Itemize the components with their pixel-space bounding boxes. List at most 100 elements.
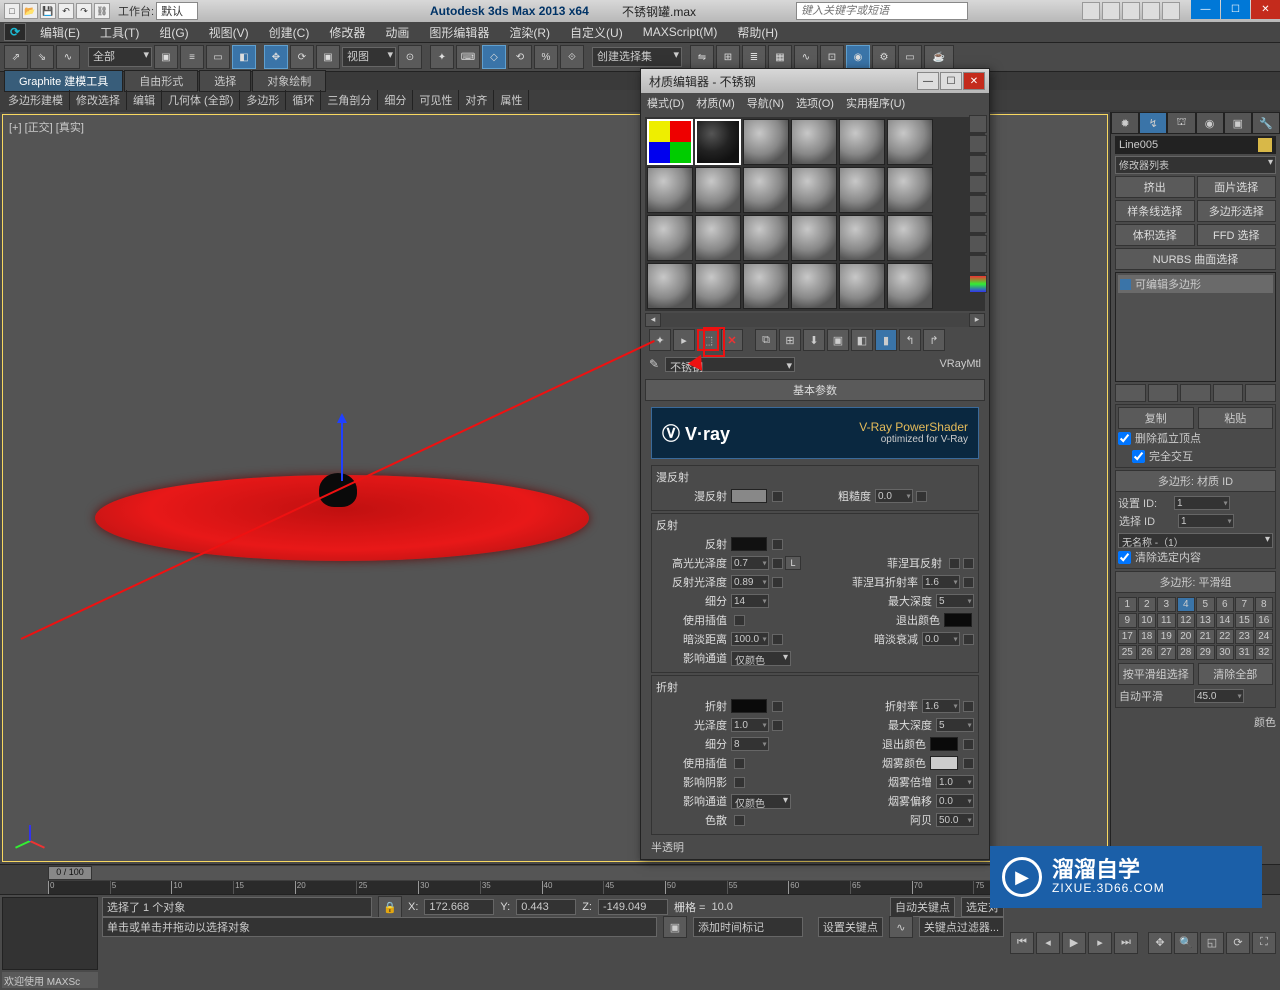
extrude-button[interactable]: 挤出 <box>1115 176 1195 198</box>
reflect-map-checkbox[interactable] <box>772 539 783 550</box>
maxdepth-spinner[interactable]: 5 <box>936 594 974 608</box>
roughness-map-checkbox[interactable] <box>916 491 927 502</box>
delete-iso-verts-checkbox[interactable] <box>1118 432 1131 445</box>
menu-group[interactable]: 组(G) <box>149 24 198 41</box>
sg-30[interactable]: 30 <box>1216 645 1235 660</box>
key-filters-button[interactable]: 关键点过滤器... <box>919 917 1004 937</box>
affectshadows-checkbox[interactable] <box>734 777 745 788</box>
set-id-spinner[interactable]: 1 <box>1174 496 1230 510</box>
sg-29[interactable]: 29 <box>1196 645 1215 660</box>
material-slot[interactable] <box>839 215 885 261</box>
sg-2[interactable]: 2 <box>1138 597 1157 612</box>
bind-icon[interactable]: ∿ <box>56 45 80 69</box>
diffuse-map-checkbox[interactable] <box>772 491 783 502</box>
selection-filter[interactable]: 全部 <box>88 47 152 67</box>
put-to-library-icon[interactable]: ⬇ <box>803 329 825 351</box>
ribbon-panel-polymodel[interactable]: 多边形建模 <box>2 90 70 110</box>
sg-3[interactable]: 3 <box>1157 597 1176 612</box>
material-slot[interactable] <box>791 119 837 165</box>
maximize-button[interactable]: ☐ <box>1221 0 1250 19</box>
polygon-material-id-rollout[interactable]: 多边形: 材质 ID <box>1115 470 1276 492</box>
material-name-field[interactable]: 不锈钢 <box>665 357 795 372</box>
select-object-icon[interactable]: ▣ <box>154 45 178 69</box>
dimfall-map-checkbox[interactable] <box>963 634 974 645</box>
sg-15[interactable]: 15 <box>1235 613 1254 628</box>
viewport-label[interactable]: [+] [正交] [真实] <box>9 119 84 135</box>
menu-animation[interactable]: 动画 <box>375 24 419 41</box>
material-map-navigator-icon[interactable] <box>969 275 987 293</box>
fogbias-spinner[interactable]: 0.0 <box>936 794 974 808</box>
scale-icon[interactable]: ▣ <box>316 45 340 69</box>
unlink-icon[interactable]: ⇘ <box>30 45 54 69</box>
ribbon-panel-modsel[interactable]: 修改选择 <box>70 90 127 110</box>
exchange-icon[interactable] <box>1122 2 1140 20</box>
percent-snap-icon[interactable]: % <box>534 45 558 69</box>
sg-13[interactable]: 13 <box>1196 613 1215 628</box>
named-selection-sets[interactable]: 创建选择集 <box>592 47 682 67</box>
full-interactivity-checkbox[interactable] <box>1132 450 1145 463</box>
material-slot[interactable] <box>743 119 789 165</box>
sg-17[interactable]: 17 <box>1118 629 1137 644</box>
ribbon-panel-vis[interactable]: 可见性 <box>413 90 459 110</box>
coord-z-field[interactable]: -149.049 <box>598 899 668 915</box>
next-frame-icon[interactable]: ▸ <box>1088 932 1112 954</box>
material-slot[interactable] <box>887 167 933 213</box>
hierarchy-tab-icon[interactable]: ⛫ <box>1167 112 1195 134</box>
sg-20[interactable]: 20 <box>1177 629 1196 644</box>
select-by-name-icon[interactable]: ≡ <box>180 45 204 69</box>
move-icon[interactable]: ✥ <box>264 45 288 69</box>
ref-coord-system[interactable]: 视图 <box>342 47 396 67</box>
trackbar-thumbnail[interactable] <box>2 897 98 970</box>
lock-hilight-button[interactable]: L <box>785 556 801 570</box>
video-check-icon[interactable] <box>969 195 987 213</box>
sg-6[interactable]: 6 <box>1216 597 1235 612</box>
sg-28[interactable]: 28 <box>1177 645 1196 660</box>
sg-19[interactable]: 19 <box>1157 629 1176 644</box>
material-slot-1[interactable] <box>647 119 693 165</box>
manipulate-icon[interactable]: ✦ <box>430 45 454 69</box>
app-menu-icon[interactable]: ⟳ <box>4 23 26 41</box>
pan-view-icon[interactable]: ✥ <box>1148 932 1172 954</box>
make-preview-icon[interactable] <box>969 215 987 233</box>
refract-color-swatch[interactable] <box>731 699 767 713</box>
help-search-input[interactable] <box>796 2 968 20</box>
select-by-sg-button[interactable]: 按平滑组选择 <box>1118 663 1194 685</box>
sg-10[interactable]: 10 <box>1138 613 1157 628</box>
menu-customize[interactable]: 自定义(U) <box>560 24 633 41</box>
ffd-select-button[interactable]: FFD 选择 <box>1197 224 1277 246</box>
menu-rendering[interactable]: 渲染(R) <box>499 24 560 41</box>
sg-8[interactable]: 8 <box>1255 597 1274 612</box>
layers-icon[interactable]: ≣ <box>742 45 766 69</box>
patch-select-button[interactable]: 面片选择 <box>1197 176 1277 198</box>
link-icon[interactable]: ⇗ <box>4 45 28 69</box>
key-mode-icon[interactable]: ∿ <box>889 916 913 938</box>
ribbon-panel-tri[interactable]: 三角剖分 <box>321 90 378 110</box>
rollout-basic-params[interactable]: 基本参数 <box>645 379 985 401</box>
modifier-item-editable-poly[interactable]: 可编辑多边形 <box>1118 275 1273 293</box>
sg-27[interactable]: 27 <box>1157 645 1176 660</box>
sg-12[interactable]: 12 <box>1177 613 1196 628</box>
sg-4[interactable]: 4 <box>1177 597 1196 612</box>
favorites-icon[interactable] <box>1142 2 1160 20</box>
fogmult-spinner[interactable]: 1.0 <box>936 775 974 789</box>
rotate-icon[interactable]: ⟳ <box>290 45 314 69</box>
material-slot[interactable] <box>839 119 885 165</box>
ribbon-panel-loops[interactable]: 循环 <box>286 90 321 110</box>
select-by-mat-icon[interactable] <box>969 255 987 273</box>
sample-uv-icon[interactable] <box>969 175 987 193</box>
menu-maxscript[interactable]: MAXScript(M) <box>633 25 728 39</box>
material-slot[interactable] <box>887 215 933 261</box>
eyedropper-icon[interactable]: ✎ <box>649 357 659 371</box>
material-slot[interactable] <box>743 215 789 261</box>
remove-modifier-icon[interactable] <box>1213 384 1244 402</box>
select-id-spinner[interactable]: 1 <box>1178 514 1234 528</box>
gizmo-z-axis[interactable] <box>341 417 343 481</box>
material-slot[interactable] <box>695 215 741 261</box>
material-editor-close[interactable]: ✕ <box>963 72 985 90</box>
menu-grapheditors[interactable]: 图形编辑器 <box>419 24 499 41</box>
subscription-icon[interactable] <box>1102 2 1120 20</box>
fresnel-checkbox[interactable] <box>949 558 960 569</box>
material-id-icon[interactable]: ▣ <box>827 329 849 351</box>
sg-14[interactable]: 14 <box>1216 613 1235 628</box>
schematic-view-icon[interactable]: ⊡ <box>820 45 844 69</box>
